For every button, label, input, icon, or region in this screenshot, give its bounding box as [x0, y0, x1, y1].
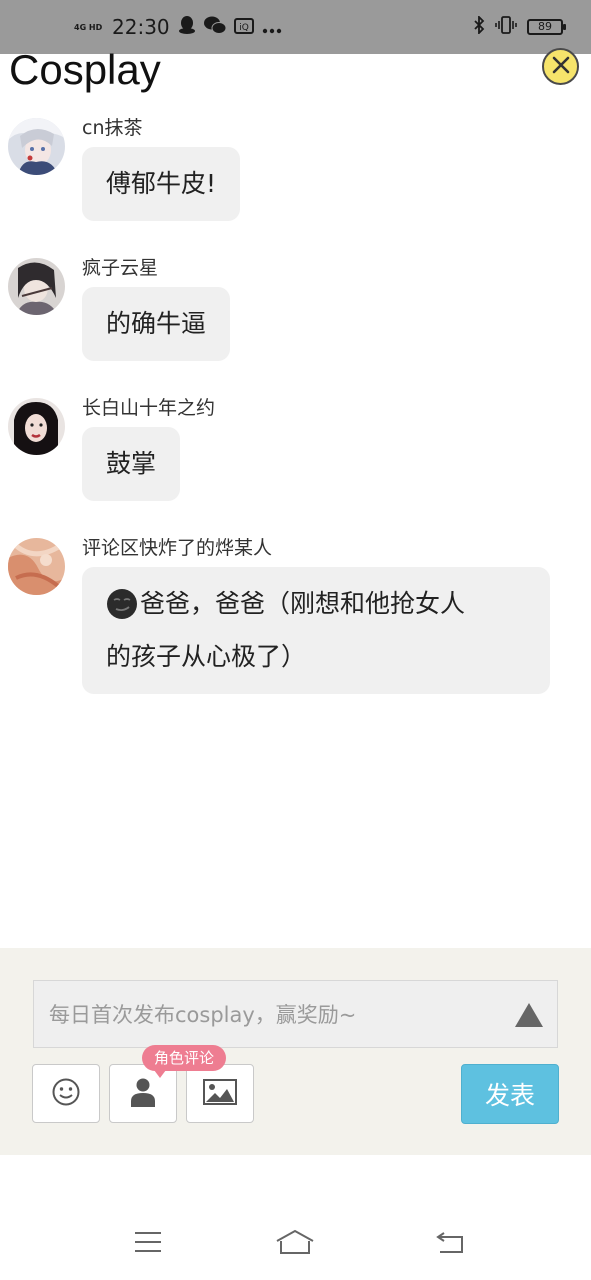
menu-icon [133, 1230, 163, 1258]
role-comment-tag[interactable]: 角色评论 [142, 1045, 227, 1078]
expand-arrow-icon[interactable] [515, 1003, 543, 1027]
qq-icon [178, 15, 196, 40]
status-right: 89 [473, 14, 566, 38]
status-left: 4G HD 22:30 iQ [74, 15, 282, 40]
clock: 22:30 [112, 15, 170, 39]
comment-text-line-1: 爸爸，爸爸（刚想和他抢女人 [140, 589, 466, 618]
menu-button[interactable] [126, 1222, 170, 1266]
publish-button[interactable]: 发表 [461, 1064, 559, 1124]
avatar[interactable] [8, 538, 65, 595]
avatar[interactable] [8, 398, 65, 455]
smiley-icon [51, 1077, 81, 1111]
bluetooth-icon [473, 14, 485, 38]
comment-input[interactable]: 每日首次发布cosplay，赢奖励~ [33, 980, 558, 1048]
iqiyi-icon: iQ [233, 15, 254, 39]
smirk-emoji-icon [106, 588, 138, 620]
comment-text-line-2: 的孩子从心极了） [106, 642, 307, 671]
person-icon [130, 1077, 156, 1111]
battery-icon: 89 [527, 19, 566, 35]
screen: 4G HD 22:30 iQ 89 Cosplay cn抹茶 傅郁牛皮! 疯子云… [0, 0, 591, 1280]
back-button[interactable] [428, 1222, 472, 1266]
avatar[interactable] [8, 118, 65, 175]
emoji-button[interactable] [32, 1064, 100, 1123]
avatar[interactable] [8, 258, 65, 315]
back-icon [434, 1230, 466, 1258]
comment-username: 长白山十年之约 [82, 397, 216, 419]
home-button[interactable] [273, 1222, 317, 1266]
comment-username: 疯子云星 [82, 257, 159, 279]
comment-username: cn抹茶 [82, 117, 143, 139]
comment-composer: 每日首次发布cosplay，赢奖励~ 角色评论 发表 [0, 948, 591, 1155]
vibrate-icon [495, 16, 517, 38]
close-button[interactable] [542, 48, 579, 85]
system-nav-bar [0, 1210, 591, 1280]
wechat-icon [203, 15, 227, 39]
more-dots-icon [262, 15, 282, 39]
comment-input-placeholder: 每日首次发布cosplay，赢奖励~ [49, 1003, 357, 1027]
comment-line: 爸爸，爸爸（刚想和他抢女人 [106, 584, 530, 624]
comment-bubble: 鼓掌 [82, 427, 181, 501]
home-icon [275, 1229, 315, 1259]
image-icon [203, 1078, 237, 1109]
comment-username: 评论区快炸了的烨某人 [82, 537, 273, 559]
comment-bubble: 爸爸，爸爸（刚想和他抢女人 的孩子从心极了） [82, 567, 550, 694]
role-button[interactable] [109, 1064, 177, 1123]
image-button[interactable] [186, 1064, 254, 1123]
comment-bubble: 的确牛逼 [82, 287, 231, 361]
page-title: Cosplay [9, 46, 161, 93]
close-icon [551, 55, 571, 79]
comment-bubble: 傅郁牛皮! [82, 147, 241, 221]
network-indicator: 4G HD [74, 22, 103, 32]
svg-text:iQ: iQ [239, 23, 249, 33]
